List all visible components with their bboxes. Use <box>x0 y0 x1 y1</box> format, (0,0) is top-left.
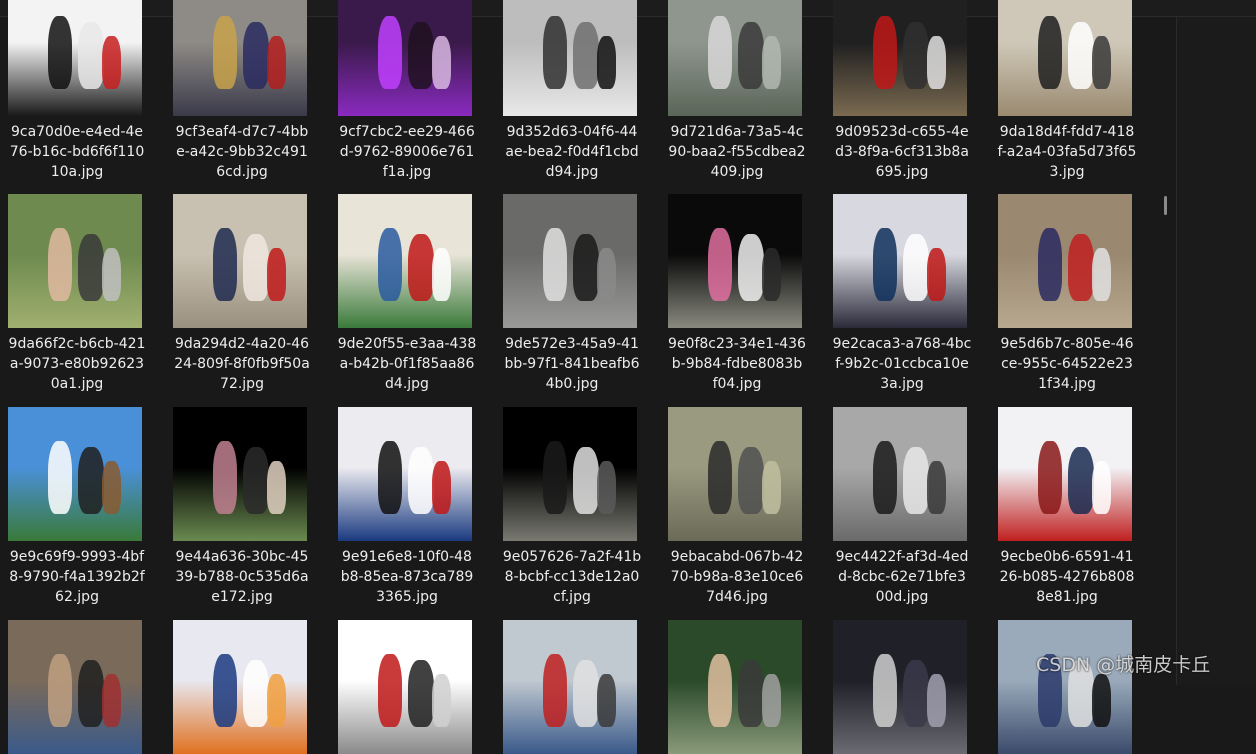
thumbnail-scene <box>833 620 967 754</box>
image-thumbnail[interactable] <box>833 620 967 754</box>
thumbnail-scene <box>173 620 307 754</box>
thumbnail-scene <box>503 620 637 754</box>
thumbnail-figure <box>48 653 73 728</box>
file-item[interactable] <box>990 0 1140 754</box>
preview-pane <box>1176 17 1256 685</box>
thumbnail-figure <box>572 660 600 728</box>
thumbnail-figure <box>101 673 121 728</box>
watermark-text: CSDN @城南皮卡丘 <box>1036 654 1211 676</box>
thumbnail-scene <box>668 620 802 754</box>
file-item[interactable] <box>825 0 975 754</box>
thumbnail-figure <box>737 660 765 728</box>
thumbnail-scene <box>998 620 1132 754</box>
thumbnail-scene <box>8 620 142 754</box>
image-thumbnail[interactable] <box>668 620 802 754</box>
thumbnail-figure <box>926 673 946 728</box>
file-item[interactable] <box>660 0 810 754</box>
image-thumbnail[interactable] <box>998 620 1132 754</box>
file-thumbnail-grid[interactable]: 9ca70d0e-e4ed-4e 76-b16c-bd6f6f110 10a.j… <box>0 0 1175 754</box>
file-item[interactable] <box>330 0 480 754</box>
thumbnail-figure <box>266 673 286 728</box>
file-item[interactable] <box>495 0 645 754</box>
thumbnail-figure <box>77 660 105 728</box>
thumbnail-figure <box>431 673 451 728</box>
image-thumbnail[interactable] <box>503 620 637 754</box>
thumbnail-figure <box>873 653 898 728</box>
file-item[interactable] <box>0 0 150 754</box>
image-thumbnail[interactable] <box>338 620 472 754</box>
thumbnail-figure <box>1091 673 1111 728</box>
thumbnail-figure <box>407 660 435 728</box>
thumbnail-scene <box>338 620 472 754</box>
image-thumbnail[interactable] <box>8 620 142 754</box>
file-item[interactable] <box>165 0 315 754</box>
thumbnail-figure <box>902 660 930 728</box>
thumbnail-figure <box>543 653 568 728</box>
thumbnail-figure <box>378 653 403 728</box>
vertical-scrollbar[interactable] <box>1160 17 1174 685</box>
thumbnail-figure <box>213 653 238 728</box>
thumbnail-figure <box>708 653 733 728</box>
scrollbar-thumb[interactable] <box>1164 196 1167 215</box>
thumbnail-figure <box>242 660 270 728</box>
image-thumbnail[interactable] <box>173 620 307 754</box>
thumbnail-figure <box>596 673 616 728</box>
thumbnail-figure <box>761 673 781 728</box>
